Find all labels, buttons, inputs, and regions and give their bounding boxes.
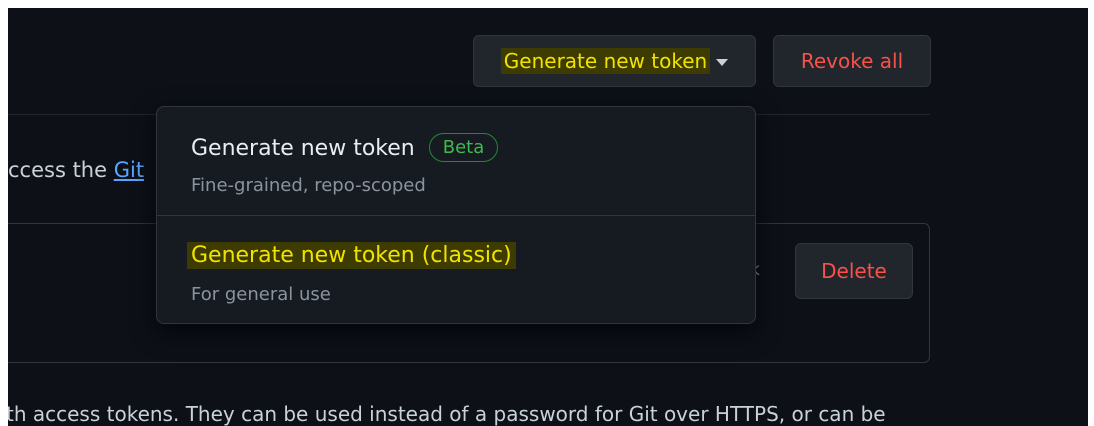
revoke-all-button[interactable]: Revoke all xyxy=(773,35,931,87)
generate-new-token-label: Generate new token xyxy=(500,48,711,74)
intro-prefix: ccess the xyxy=(8,158,114,182)
screenshot: Generate new token Revoke all ccess the … xyxy=(0,0,1094,426)
menu-item-title: Generate new token (classic) xyxy=(187,242,516,269)
beta-badge: Beta xyxy=(428,133,499,162)
menu-item-description: For general use xyxy=(191,284,331,305)
delete-token-button[interactable]: Delete xyxy=(795,243,913,299)
menu-item-fine-grained[interactable]: Generate new token Beta Fine-grained, rep… xyxy=(157,107,755,215)
caret-down-icon xyxy=(716,58,729,66)
tokens-page: Generate new token Revoke all ccess the … xyxy=(8,8,1088,426)
menu-item-description: Fine-grained, repo-scoped xyxy=(191,175,426,196)
menu-item-title-text: Generate new token (classic) xyxy=(187,242,516,269)
generate-token-dropdown: Generate new token Beta Fine-grained, rep… xyxy=(156,106,756,324)
generate-new-token-button[interactable]: Generate new token xyxy=(473,35,756,87)
menu-item-title-text: Generate new token xyxy=(191,136,415,161)
footer-description: th access tokens. They can be used inste… xyxy=(8,402,886,426)
menu-item-title: Generate new token Beta xyxy=(191,133,499,162)
intro-link[interactable]: Git xyxy=(114,158,144,182)
intro-text: ccess the Git xyxy=(8,158,144,182)
menu-item-classic[interactable]: Generate new token (classic) For general… xyxy=(157,215,755,323)
